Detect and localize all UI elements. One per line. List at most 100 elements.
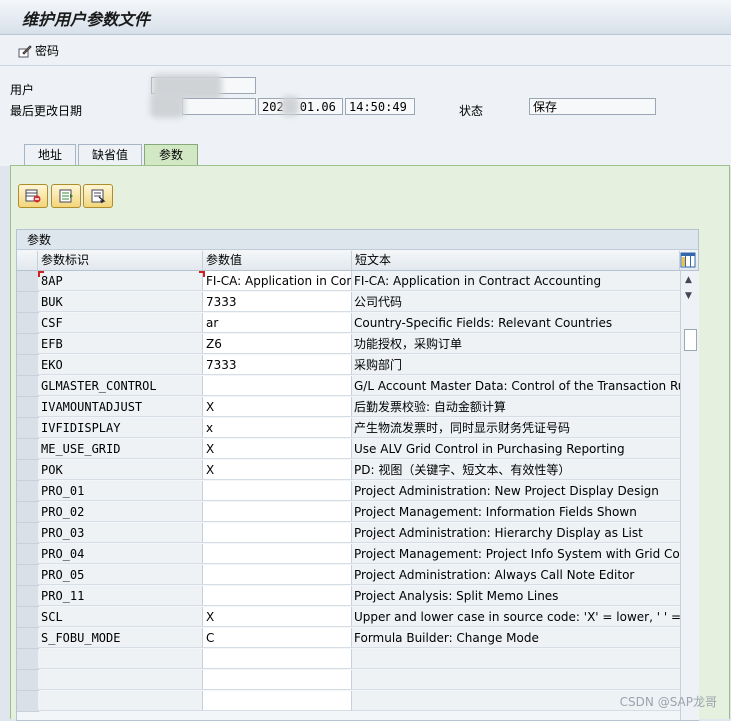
table-row[interactable]: PRO_04 Project Management: Project Info S… xyxy=(17,544,680,565)
param-id-cell[interactable]: PRO_11 xyxy=(38,586,203,606)
param-value-cell[interactable]: ar xyxy=(203,313,352,333)
table-row[interactable] xyxy=(17,649,680,670)
row-selector[interactable] xyxy=(17,271,39,292)
param-value-cell[interactable]: X xyxy=(203,397,352,417)
param-value-cell[interactable] xyxy=(203,376,352,396)
table-row[interactable]: BUK 7333 公司代码 xyxy=(17,292,680,313)
vertical-scrollbar[interactable]: ▲ ▼ xyxy=(680,271,699,720)
row-selector[interactable] xyxy=(17,376,39,397)
table-row[interactable]: IVFIDISPLAY x 产生物流发票时，同时显示财务凭证号码 xyxy=(17,418,680,439)
row-selector[interactable] xyxy=(17,460,39,481)
row-selector[interactable] xyxy=(17,418,39,439)
row-selector[interactable] xyxy=(17,670,39,691)
param-id-cell[interactable]: IVFIDISPLAY xyxy=(38,418,203,438)
param-id-cell[interactable]: SCL xyxy=(38,607,203,627)
row-selector[interactable] xyxy=(17,313,39,334)
scroll-up-icon[interactable]: ▲ xyxy=(685,275,692,285)
param-id-cell[interactable]: CSF xyxy=(38,313,203,333)
param-value-cell[interactable] xyxy=(203,691,352,711)
table-row[interactable]: PRO_01 Project Administration: New Projec… xyxy=(17,481,680,502)
param-id-cell[interactable] xyxy=(38,670,203,690)
param-id-cell[interactable]: 8AP xyxy=(38,271,203,291)
param-id-cell[interactable]: PRO_05 xyxy=(38,565,203,585)
table-row[interactable]: EFB Z6 功能授权，采购订单 xyxy=(17,334,680,355)
table-row[interactable]: PRO_11 Project Analysis: Split Memo Lines xyxy=(17,586,680,607)
row-selector[interactable] xyxy=(17,628,39,649)
param-id-cell[interactable]: POK xyxy=(38,460,203,480)
tab-parameters[interactable]: 参数 xyxy=(144,144,198,166)
table-row[interactable] xyxy=(17,691,680,712)
row-selector[interactable] xyxy=(17,481,39,502)
insert-row-button[interactable] xyxy=(51,184,81,208)
table-row[interactable]: SCL X Upper and lower case in source code:… xyxy=(17,607,680,628)
table-row[interactable] xyxy=(17,670,680,691)
table-row[interactable]: CSF ar Country-Specific Fields: Relevant C… xyxy=(17,313,680,334)
row-selector[interactable] xyxy=(17,544,39,565)
row-selector[interactable] xyxy=(17,523,39,544)
row-selector[interactable] xyxy=(17,649,39,670)
param-value-cell[interactable] xyxy=(203,649,352,669)
table-row[interactable]: ME_USE_GRID X Use ALV Grid Control in Purc… xyxy=(17,439,680,460)
row-selector[interactable] xyxy=(17,691,39,712)
param-value-cell[interactable]: 7333 xyxy=(203,355,352,375)
table-row[interactable]: IVAMOUNTADJUST X 后勤发票校验: 自动金额计算 xyxy=(17,397,680,418)
param-value-cell[interactable]: Z6 xyxy=(203,334,352,354)
column-header-param-id[interactable]: 参数标识 xyxy=(38,251,203,270)
column-header-param-value[interactable]: 参数值 xyxy=(203,251,352,270)
row-selector[interactable] xyxy=(17,439,39,460)
column-layout-icon[interactable] xyxy=(680,252,696,268)
param-value-cell[interactable]: 7333 xyxy=(203,292,352,312)
table-row[interactable]: 8APFI-CA: Application in Cont…FI-CA: App… xyxy=(17,271,680,292)
tab-address[interactable]: 地址 xyxy=(24,144,76,165)
row-selector[interactable] xyxy=(17,565,39,586)
param-id-cell[interactable]: EKO xyxy=(38,355,203,375)
param-id-cell[interactable]: EFB xyxy=(38,334,203,354)
param-value-cell[interactable]: C xyxy=(203,628,352,648)
param-value-cell[interactable] xyxy=(203,523,352,543)
table-row[interactable]: PRO_05 Project Administration: Always Cal… xyxy=(17,565,680,586)
column-header-short-text[interactable]: 短文本 xyxy=(352,251,680,270)
param-id-cell[interactable] xyxy=(38,691,203,711)
row-selector[interactable] xyxy=(17,355,39,376)
param-value-cell[interactable] xyxy=(203,502,352,522)
select-block-button[interactable] xyxy=(83,184,113,208)
table-row[interactable]: EKO 7333 采购部门 xyxy=(17,355,680,376)
param-value-cell[interactable] xyxy=(203,565,352,585)
row-selector[interactable] xyxy=(17,334,39,355)
param-value-cell[interactable]: X xyxy=(203,607,352,627)
row-selector[interactable] xyxy=(17,397,39,418)
tab-defaults[interactable]: 缺省值 xyxy=(78,144,142,165)
param-id-cell[interactable]: PRO_01 xyxy=(38,481,203,501)
row-selector[interactable] xyxy=(17,292,39,313)
table-row[interactable]: POK X PD: 视图（关键字、短文本、有效性等） xyxy=(17,460,680,481)
scroll-thumb[interactable] xyxy=(684,329,697,351)
password-button[interactable]: 密码 xyxy=(18,42,59,59)
param-id-cell[interactable]: PRO_03 xyxy=(38,523,203,543)
param-value-cell[interactable]: X xyxy=(203,460,352,480)
table-row[interactable]: GLMASTER_CONTROL G/L Account Master Data:… xyxy=(17,376,680,397)
delete-row-button[interactable] xyxy=(18,184,48,208)
param-value-cell[interactable] xyxy=(203,481,352,501)
row-selector[interactable] xyxy=(17,586,39,607)
param-id-cell[interactable]: IVAMOUNTADJUST xyxy=(38,397,203,417)
param-id-cell[interactable]: PRO_04 xyxy=(38,544,203,564)
param-value-cell[interactable]: FI-CA: Application in Cont… xyxy=(203,271,352,291)
param-id-cell[interactable]: BUK xyxy=(38,292,203,312)
row-selector[interactable] xyxy=(17,502,39,523)
param-id-cell[interactable] xyxy=(38,649,203,669)
param-id-cell[interactable]: S_FOBU_MODE xyxy=(38,628,203,648)
select-all-cell[interactable] xyxy=(17,251,38,270)
param-value-cell[interactable] xyxy=(203,586,352,606)
param-value-cell[interactable]: x xyxy=(203,418,352,438)
param-id-cell[interactable]: PRO_02 xyxy=(38,502,203,522)
table-row[interactable]: PRO_02 Project Management: Information Fi… xyxy=(17,502,680,523)
scroll-down-icon[interactable]: ▼ xyxy=(685,291,692,301)
table-row[interactable]: S_FOBU_MODE C Formula Builder: Change Mode xyxy=(17,628,680,649)
param-value-cell[interactable] xyxy=(203,544,352,564)
param-value-cell[interactable]: X xyxy=(203,439,352,459)
param-value-cell[interactable] xyxy=(203,670,352,690)
param-id-cell[interactable]: GLMASTER_CONTROL xyxy=(38,376,203,396)
table-row[interactable]: PRO_03 Project Administration: Hierarchy … xyxy=(17,523,680,544)
row-selector[interactable] xyxy=(17,607,39,628)
param-id-cell[interactable]: ME_USE_GRID xyxy=(38,439,203,459)
